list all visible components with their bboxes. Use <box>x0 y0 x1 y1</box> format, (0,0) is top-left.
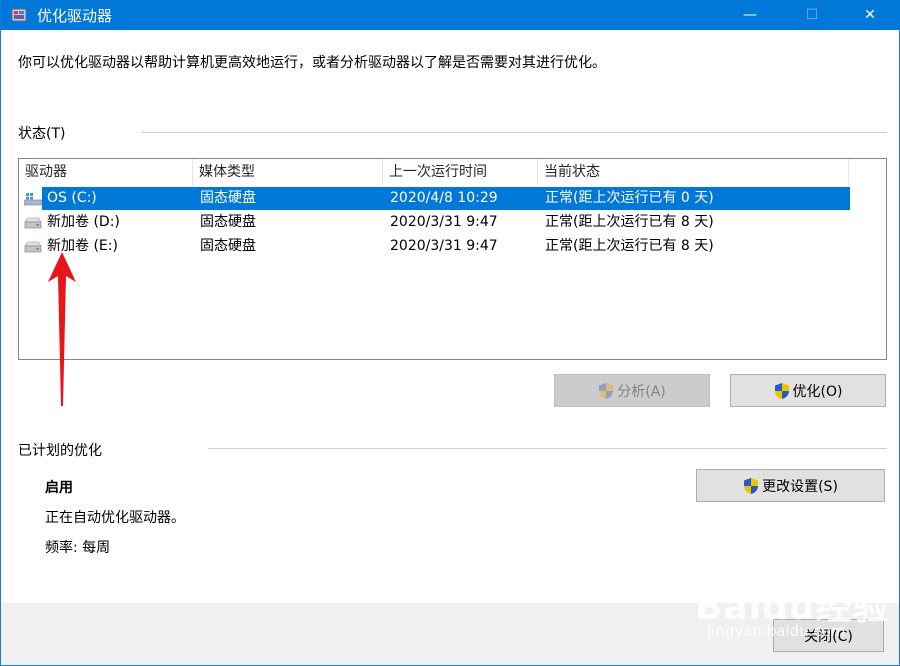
schedule-frequency: 频率: 每周 <box>45 540 111 556</box>
window-title: 优化驱动器 <box>37 7 113 25</box>
defrag-app-icon <box>11 8 27 22</box>
uac-shield-icon <box>744 477 759 494</box>
last-run-time: 2020/4/8 10:29 <box>390 190 498 206</box>
column-header-media-type[interactable]: 媒体类型 <box>193 159 383 186</box>
drive-row-e[interactable]: 新加卷 (E:) 固态硬盘 2020/3/31 9:47 正常(距上次运行已有 … <box>19 235 849 258</box>
drives-list[interactable]: 驱动器 媒体类型 上一次运行时间 当前状态 OS (C:) 固态硬盘 2020/… <box>18 158 887 360</box>
column-header-drive[interactable]: 驱动器 <box>19 159 193 186</box>
optimize-drives-window: 优化驱动器 — ☐ ✕ 你可以优化驱动器以帮助计算机更高效地运行，或者分析驱动器… <box>0 0 900 666</box>
media-type: 固态硬盘 <box>200 238 256 254</box>
scheduled-section-label: 已计划的优化 <box>18 443 102 459</box>
media-type: 固态硬盘 <box>200 214 256 230</box>
drives-list-header: 驱动器 媒体类型 上一次运行时间 当前状态 <box>19 159 886 186</box>
change-settings-button[interactable]: 更改设置(S) <box>696 469 885 502</box>
column-header-last-run[interactable]: 上一次运行时间 <box>383 159 538 186</box>
analyze-button[interactable]: 分析(A) <box>554 374 710 407</box>
watermark-url: jingyan.baidu.com <box>707 622 846 640</box>
maximize-button[interactable]: ☐ <box>789 0 835 30</box>
last-run-time: 2020/3/31 9:47 <box>390 214 498 230</box>
change-settings-label: 更改设置(S) <box>762 478 838 495</box>
optimize-button[interactable]: 优化(O) <box>730 374 886 407</box>
analyze-button-label: 分析(A) <box>617 383 666 400</box>
media-type: 固态硬盘 <box>200 190 256 206</box>
current-status: 正常(距上次运行已有 8 天) <box>545 214 714 230</box>
uac-shield-icon <box>599 382 614 399</box>
title-bar[interactable]: 优化驱动器 — ☐ ✕ <box>1 0 900 30</box>
drive-row-d[interactable]: 新加卷 (D:) 固态硬盘 2020/3/31 9:47 正常(距上次运行已有 … <box>19 211 849 234</box>
current-status: 正常(距上次运行已有 0 天) <box>545 190 714 206</box>
drive-name: OS (C:) <box>47 190 97 206</box>
drive-name: 新加卷 (D:) <box>47 214 120 230</box>
schedule-description: 正在自动优化驱动器。 <box>45 510 185 526</box>
intro-text: 你可以优化驱动器以帮助计算机更高效地运行，或者分析驱动器以了解是否需要对其进行优… <box>18 55 606 71</box>
last-run-time: 2020/3/31 9:47 <box>390 238 498 254</box>
column-header-current-status[interactable]: 当前状态 <box>538 159 849 186</box>
windows-drive-icon <box>24 193 42 206</box>
minimize-button[interactable]: — <box>727 0 773 30</box>
schedule-state: 启用 <box>45 480 73 496</box>
drive-icon <box>24 241 42 253</box>
drive-icon <box>24 217 42 229</box>
optimize-button-label: 优化(O) <box>792 383 843 400</box>
close-window-button[interactable]: ✕ <box>847 0 893 30</box>
uac-shield-icon <box>774 382 789 399</box>
status-separator <box>142 132 887 133</box>
status-section-label: 状态(T) <box>18 126 66 142</box>
annotation-arrow-icon <box>48 252 76 406</box>
scheduled-separator <box>208 448 887 449</box>
drive-row-c[interactable]: OS (C:) 固态硬盘 2020/4/8 10:29 正常(距上次运行已有 0… <box>19 187 850 210</box>
current-status: 正常(距上次运行已有 8 天) <box>545 238 714 254</box>
baidu-watermark: Baidu经验 jingyan.baidu.com <box>691 566 891 646</box>
